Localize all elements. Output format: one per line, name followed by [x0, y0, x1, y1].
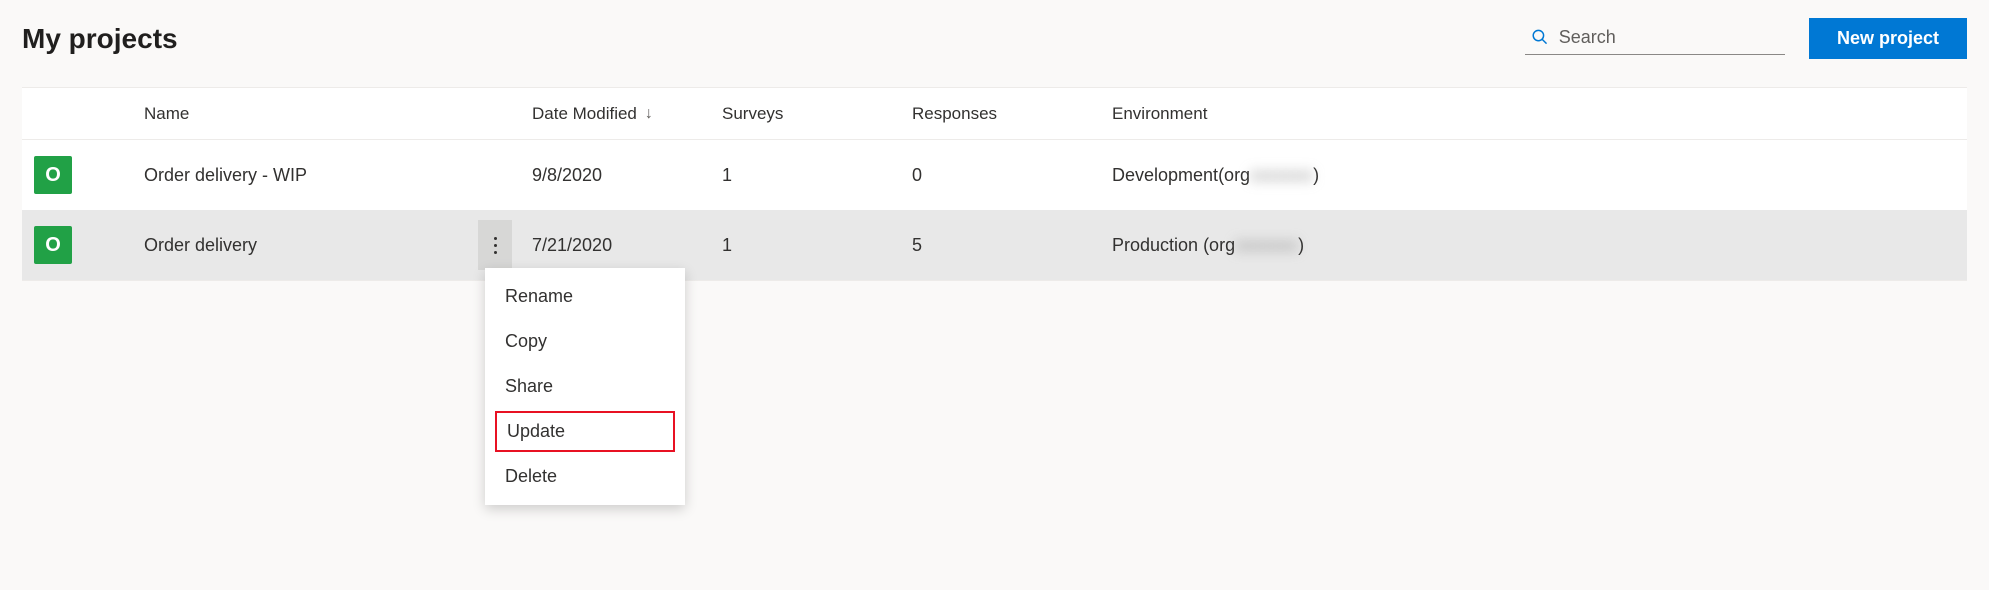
surveys-value: 1	[722, 235, 912, 256]
responses-value: 5	[912, 235, 1112, 256]
table-row[interactable]: O Order delivery 7/21/2020 1 5 Productio…	[22, 210, 1967, 280]
column-environment[interactable]: Environment	[1112, 104, 1955, 124]
page-title: My projects	[22, 23, 178, 55]
column-date-modified[interactable]: Date Modified ↓	[532, 104, 722, 124]
column-date-modified-label: Date Modified	[532, 104, 637, 124]
date-modified-value: 7/21/2020	[532, 235, 722, 256]
table-header: Name Date Modified ↓ Surveys Responses E…	[22, 88, 1967, 140]
menu-item-delete[interactable]: Delete	[485, 454, 685, 499]
context-menu: Rename Copy Share Update Delete	[485, 268, 685, 505]
environment-value: Production (orgxxxxxxx)	[1112, 235, 1955, 256]
project-badge-icon: O	[34, 156, 72, 194]
column-responses[interactable]: Responses	[912, 104, 1112, 124]
date-modified-value: 9/8/2020	[532, 165, 722, 186]
new-project-button[interactable]: New project	[1809, 18, 1967, 59]
menu-item-rename[interactable]: Rename	[485, 274, 685, 319]
table-row[interactable]: O Order delivery - WIP 9/8/2020 1 0 Deve…	[22, 140, 1967, 210]
search-icon	[1531, 27, 1549, 47]
column-name[interactable]: Name	[144, 104, 532, 124]
vertical-dots-icon	[494, 237, 497, 254]
more-actions-button[interactable]	[478, 220, 512, 270]
environment-value: Development(orgxxxxxxx)	[1112, 165, 1955, 186]
projects-table: Name Date Modified ↓ Surveys Responses E…	[22, 87, 1967, 281]
project-name: Order delivery	[144, 235, 257, 256]
sort-descending-icon: ↓	[645, 105, 653, 123]
project-badge-icon: O	[34, 226, 72, 264]
menu-item-copy[interactable]: Copy	[485, 319, 685, 364]
search-field[interactable]	[1525, 23, 1785, 55]
search-input[interactable]	[1559, 27, 1779, 48]
project-name: Order delivery - WIP	[144, 165, 307, 186]
surveys-value: 1	[722, 165, 912, 186]
responses-value: 0	[912, 165, 1112, 186]
menu-item-share[interactable]: Share	[485, 364, 685, 409]
menu-item-update[interactable]: Update	[495, 411, 675, 452]
column-surveys[interactable]: Surveys	[722, 104, 912, 124]
